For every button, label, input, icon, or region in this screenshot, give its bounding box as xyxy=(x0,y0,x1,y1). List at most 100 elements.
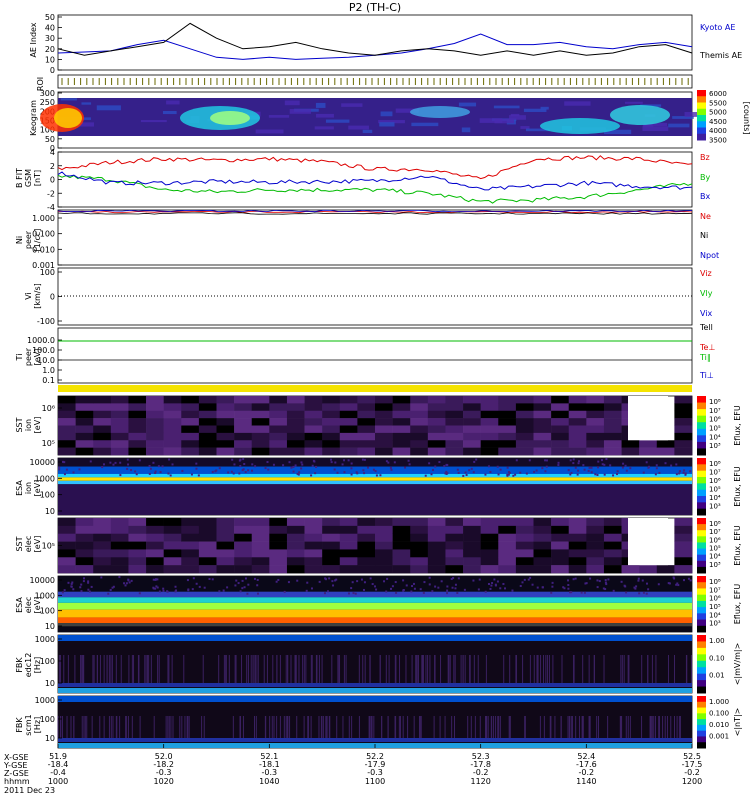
sst-ion-tick-label: 10⁶ xyxy=(42,404,55,413)
esa-noise xyxy=(434,585,437,588)
esa-noise xyxy=(506,473,509,476)
esa-noise xyxy=(148,472,151,475)
esa-noise xyxy=(119,461,122,464)
spectrogram-cell xyxy=(427,425,446,434)
esa-noise xyxy=(443,465,446,468)
spectrogram-cell xyxy=(198,432,217,441)
spectrogram-cell xyxy=(568,440,587,448)
x-axis-y-value: -0.3 xyxy=(262,768,278,777)
spectrogram-cell xyxy=(375,518,393,527)
spectrogram-cell xyxy=(463,403,481,412)
esa-noise xyxy=(241,579,244,582)
esa-ion-tick-label: 10 xyxy=(45,507,55,516)
esa-elec-colorbar-tick: 10⁸ xyxy=(709,578,721,586)
esa-noise xyxy=(670,464,673,467)
esa-noise xyxy=(159,471,162,474)
spectrogram-cell xyxy=(603,440,622,448)
spectrogram-cell xyxy=(75,518,94,527)
bfield-tick-label: -2 xyxy=(47,189,55,198)
spectrogram-cell xyxy=(110,518,129,527)
esa-noise xyxy=(582,464,585,467)
keogram-streak xyxy=(411,122,439,127)
esa-noise xyxy=(190,473,193,476)
spectrogram-cell xyxy=(286,410,305,419)
keogram-streak xyxy=(268,115,290,118)
spectrogram-cell xyxy=(58,432,76,441)
esa-noise xyxy=(267,468,270,471)
esa-noise xyxy=(437,586,440,589)
spectrogram-cell xyxy=(216,518,235,527)
spectrogram-cell xyxy=(128,541,147,550)
sst-elec-colorbar-swatch xyxy=(697,542,706,550)
esa-noise xyxy=(658,471,661,474)
keogram-streak xyxy=(166,100,180,105)
esa-noise xyxy=(440,580,443,583)
esa-band xyxy=(58,480,692,485)
fbk-edc-colorbar-swatch xyxy=(697,635,706,642)
spectrogram-cell xyxy=(58,557,76,566)
spectrogram-cell xyxy=(234,418,253,426)
esa-noise xyxy=(393,461,396,464)
spectrogram-cell xyxy=(58,403,76,412)
spectrogram-cell xyxy=(93,418,112,426)
keogram-streak xyxy=(493,105,520,109)
esa-elec-colorbar-swatch xyxy=(697,594,706,602)
esa-noise xyxy=(277,578,280,581)
spectrogram-cell xyxy=(357,432,376,441)
spectrogram-cell xyxy=(586,565,605,574)
spectrogram-cell xyxy=(533,525,552,535)
spectrogram-cell xyxy=(427,541,446,550)
spectrogram-cell xyxy=(339,440,358,448)
esa-noise xyxy=(590,466,593,469)
spectrogram-cell xyxy=(286,432,305,441)
esa-noise xyxy=(645,461,648,464)
keogram-colorbar-tick: 4000 xyxy=(709,127,727,135)
sst-elec-colorbar-tick: 10⁶ xyxy=(709,536,721,544)
esa-noise xyxy=(157,465,160,468)
velocity-panel: Vi [km/s] -100 0 100 Viz Vly Vix xyxy=(24,268,713,326)
spectrogram-cell xyxy=(339,565,358,574)
esa-noise xyxy=(134,470,137,473)
spectrogram-cell xyxy=(304,525,323,535)
spectrogram-cell xyxy=(339,557,358,566)
x-axis-row-label: hhmm xyxy=(4,777,30,786)
spectrogram-cell xyxy=(75,533,94,542)
spectrogram-cell xyxy=(463,396,481,404)
spectrogram-cell xyxy=(515,525,534,535)
spectrogram-cell xyxy=(427,565,446,574)
spectrogram-cell xyxy=(251,549,270,558)
spectrogram-cell xyxy=(304,557,323,566)
spectrogram-cell xyxy=(163,447,182,456)
spectrogram-cell xyxy=(93,396,112,404)
velocity-ysub: [km/s] xyxy=(33,283,42,309)
esa-noise xyxy=(528,459,531,462)
esa-noise xyxy=(452,576,455,579)
panel-frame-v xyxy=(57,267,693,326)
x-axis-hhmm-value: 1040 xyxy=(259,777,279,786)
esa-noise xyxy=(374,585,377,588)
spectrogram-cell xyxy=(445,410,464,419)
spectrogram-cell xyxy=(269,410,288,419)
keogram-streak xyxy=(380,111,393,117)
spectrogram-cell xyxy=(58,396,76,404)
esa-noise xyxy=(264,467,267,470)
spectrogram-cell xyxy=(515,440,534,448)
sst-ion-colorbar-label: Eflux, EFU xyxy=(733,405,742,446)
esa-noise xyxy=(167,472,170,475)
ae-tick-label: 0 xyxy=(50,66,55,75)
esa-noise xyxy=(230,470,233,473)
esa-noise xyxy=(306,581,309,584)
spectrogram-cell xyxy=(551,557,570,566)
spectrogram-cell xyxy=(603,549,622,558)
keogram-colorbar-tick: 5500 xyxy=(709,99,727,107)
esa-noise xyxy=(87,580,90,583)
spectrogram-cell xyxy=(93,425,112,434)
spectrogram-cell xyxy=(251,403,270,412)
esa-noise xyxy=(361,458,364,461)
spectrogram-cell xyxy=(515,541,534,550)
spectrogram-cell xyxy=(146,418,164,426)
esa-noise xyxy=(569,473,572,476)
spectrogram-cell xyxy=(128,549,147,558)
spectrogram-cell xyxy=(286,533,305,542)
spectrogram-cell xyxy=(427,418,446,426)
